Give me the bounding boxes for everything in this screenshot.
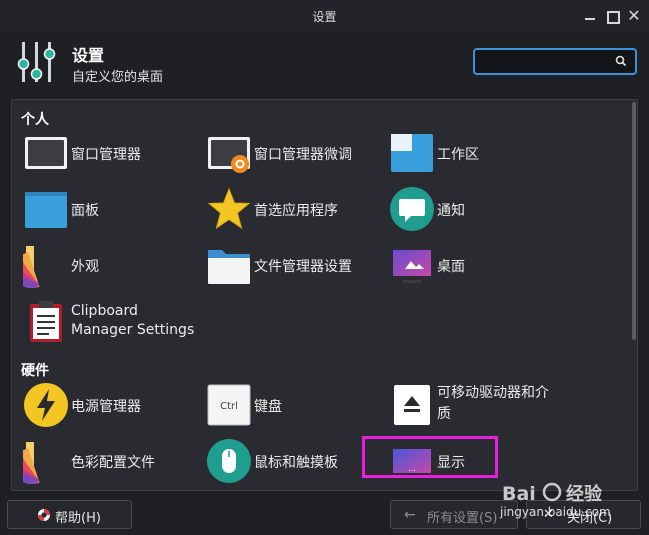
notification-bubble-icon	[390, 187, 434, 231]
item-file-manager[interactable]: 文件管理器设置	[206, 242, 376, 288]
scrollbar[interactable]	[632, 102, 636, 340]
title-bar: 设置 ✕	[0, 0, 649, 32]
search-box[interactable]	[473, 48, 637, 75]
power-bolt-icon	[24, 383, 68, 427]
help-button[interactable]: 帮助(H)	[7, 500, 132, 529]
maximize-button[interactable]	[605, 9, 620, 24]
search-icon	[615, 55, 627, 67]
all-settings-button[interactable]: ← 所有设置(S)	[390, 500, 518, 529]
item-window-manager[interactable]: 窗口管理器	[23, 130, 193, 176]
minimize-button[interactable]	[583, 9, 597, 23]
all-settings-label: 所有设置(S)	[427, 511, 498, 526]
item-workspaces[interactable]: 工作区	[389, 130, 559, 176]
item-label-line2: Manager Settings	[71, 322, 195, 338]
folder-icon	[208, 250, 250, 284]
star-icon	[207, 187, 251, 230]
mouse-icon	[207, 439, 251, 483]
item-label: 文件管理器设置	[254, 259, 352, 275]
item-label: 电源管理器	[71, 399, 141, 415]
window-title: 设置	[312, 10, 337, 24]
color-profiles-icon	[23, 442, 40, 484]
item-label: 窗口管理器微调	[254, 147, 352, 163]
item-label-line1: 可移动驱动器和介	[437, 385, 549, 401]
back-arrow-icon: ←	[404, 507, 416, 523]
item-label: 工作区	[437, 147, 479, 163]
item-label-line2: 质	[437, 406, 451, 422]
section-personal: 个人	[21, 112, 49, 128]
item-appearance[interactable]: 外观	[23, 242, 193, 288]
watermark-url: jingyan.baidu.com	[500, 505, 611, 519]
window-tweaks-icon	[208, 137, 250, 173]
item-label: 桌面	[437, 259, 465, 275]
header: 设置 自定义您的桌面	[0, 32, 649, 92]
help-button-label: 帮助(H)	[55, 511, 101, 526]
item-label: 键盘	[254, 399, 282, 415]
item-preferred-apps[interactable]: 首选应用程序	[206, 186, 376, 232]
page-title: 设置	[72, 46, 105, 65]
item-window-tweaks[interactable]: 窗口管理器微调	[206, 130, 376, 176]
panel-icon	[25, 192, 67, 228]
settings-sliders-icon	[17, 42, 56, 82]
search-input[interactable]	[481, 53, 609, 70]
item-label: 窗口管理器	[71, 147, 141, 163]
item-power-manager[interactable]: 电源管理器	[23, 382, 193, 428]
item-notifications[interactable]: 通知	[389, 186, 559, 232]
keyboard-key-icon: Ctrl	[207, 384, 251, 426]
help-lifebuoy-icon	[38, 509, 50, 521]
section-hardware: 硬件	[21, 363, 49, 379]
item-label: 面板	[71, 203, 99, 219]
item-clipboard-manager[interactable]: Clipboard Manager Settings	[23, 298, 213, 344]
item-keyboard[interactable]: Ctrl 键盘	[206, 382, 376, 428]
desktop-monitor-icon	[391, 248, 433, 283]
item-panel[interactable]: 面板	[23, 186, 193, 232]
item-desktop[interactable]: 桌面	[389, 242, 559, 288]
display-highlight-box	[362, 436, 498, 478]
item-label: 色彩配置文件	[71, 455, 155, 471]
clipboard-icon	[30, 301, 62, 342]
workspaces-icon	[391, 134, 433, 172]
item-label: 鼠标和触摸板	[254, 455, 338, 471]
item-label: 首选应用程序	[254, 203, 338, 219]
close-window-button[interactable]: ✕	[627, 8, 641, 24]
item-label: 通知	[437, 203, 465, 219]
svg-text:Bai: Bai	[502, 483, 536, 505]
page-subtitle: 自定义您的桌面	[72, 70, 164, 85]
item-label-line1: Clipboard	[71, 303, 138, 319]
settings-panel: 个人 窗口管理器 窗口管理器微调 工作区 面板 首选应用程序 通知 外观 文件管…	[11, 99, 638, 491]
keyboard-ctrl-text: Ctrl	[220, 401, 238, 412]
svg-text:经验: 经验	[566, 483, 603, 505]
item-removable-drives[interactable]: 可移动驱动器和介 质	[389, 382, 579, 428]
color-swatches-icon	[23, 246, 40, 288]
eject-icon	[394, 385, 430, 425]
window-manager-icon	[25, 137, 67, 169]
item-label: 外观	[71, 259, 99, 275]
item-color-profiles[interactable]: 色彩配置文件	[23, 438, 193, 484]
item-mouse-touchpad[interactable]: 鼠标和触摸板	[206, 438, 376, 484]
